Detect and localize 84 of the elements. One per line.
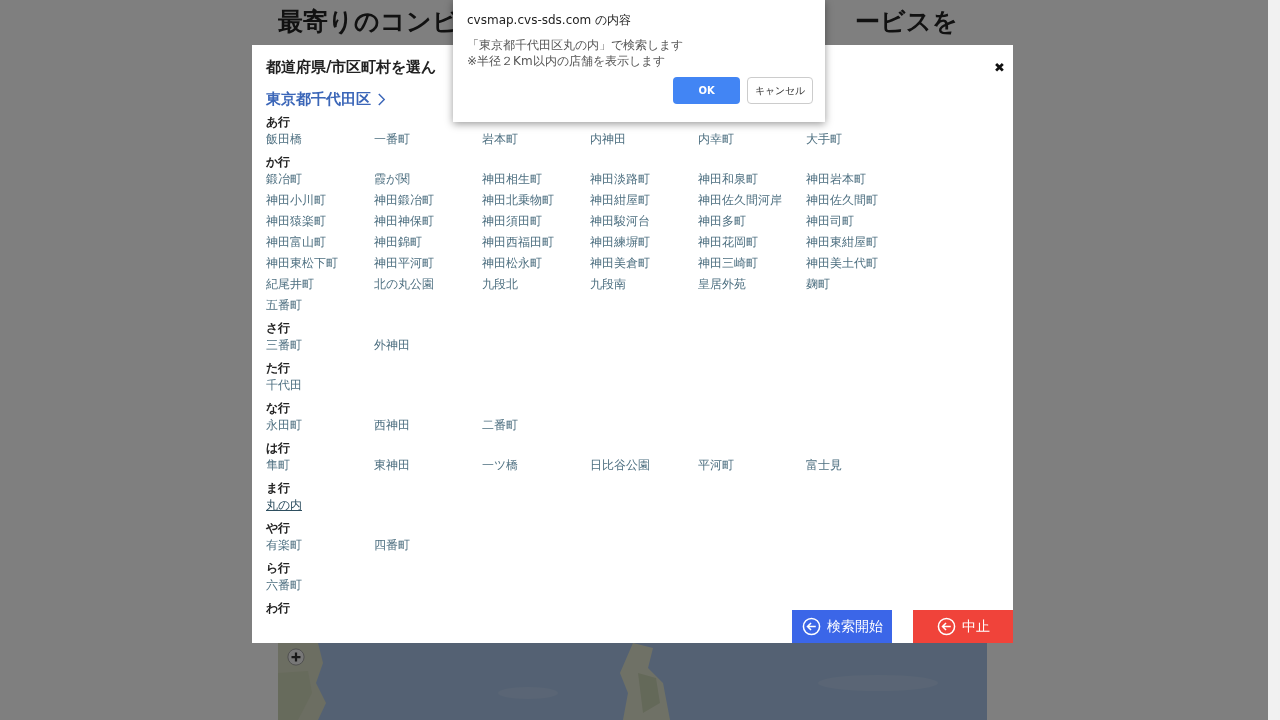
area-link[interactable]: 神田淡路町 [590, 171, 650, 187]
section-header: や行 [266, 520, 291, 537]
area-link[interactable]: 日比谷公園 [590, 457, 650, 473]
area-link[interactable]: 東神田 [374, 457, 410, 473]
area-link[interactable]: 神田松永町 [482, 255, 542, 271]
area-link[interactable]: 大手町 [806, 131, 842, 147]
area-link[interactable]: 神田練塀町 [590, 234, 650, 250]
area-link[interactable]: 平河町 [698, 457, 734, 473]
alert-message: ※半径２Km以内の店舗を表示します [467, 53, 666, 69]
cancel-button[interactable]: キャンセル [747, 77, 813, 104]
area-link[interactable]: 神田相生町 [482, 171, 542, 187]
area-link[interactable]: 神田花岡町 [698, 234, 758, 250]
circle-arrow-left-icon [801, 617, 821, 636]
area-link[interactable]: 隼町 [266, 457, 290, 473]
area-link[interactable]: 九段北 [482, 276, 518, 292]
section-header: か行 [266, 154, 291, 171]
area-link[interactable]: 神田駿河台 [590, 213, 650, 229]
area-link[interactable]: 神田三崎町 [698, 255, 758, 271]
area-link[interactable]: 二番町 [482, 417, 518, 433]
area-link[interactable]: 神田佐久間河岸 [698, 192, 782, 208]
area-link[interactable]: 六番町 [266, 577, 302, 593]
alert-message: 「東京都千代田区丸の内」で検索します [467, 37, 684, 53]
area-link[interactable]: 外神田 [374, 337, 410, 353]
area-link[interactable]: 神田富山町 [266, 234, 326, 250]
section-header: た行 [266, 360, 291, 377]
circle-arrow-left-icon [936, 617, 956, 636]
area-link[interactable]: 神田多町 [698, 213, 746, 229]
section-header: わ行 [266, 600, 291, 617]
page-heading: ービスを [855, 6, 958, 38]
area-link[interactable]: 神田神保町 [374, 213, 434, 229]
area-link[interactable]: 丸の内 [266, 497, 302, 513]
area-link[interactable]: 皇居外苑 [698, 276, 746, 292]
section-header: ま行 [266, 480, 291, 497]
area-link[interactable]: 神田須田町 [482, 213, 542, 229]
area-link[interactable]: 九段南 [590, 276, 626, 292]
area-link[interactable]: 神田東紺屋町 [806, 234, 878, 250]
area-link[interactable]: 神田紺屋町 [590, 192, 650, 208]
section-header: な行 [266, 400, 291, 417]
area-link[interactable]: 神田北乗物町 [482, 192, 554, 208]
ok-button[interactable]: OK [673, 77, 740, 104]
chevron-right-icon [377, 92, 386, 106]
area-link[interactable]: 神田小川町 [266, 192, 326, 208]
area-link[interactable]: 内幸町 [698, 131, 734, 147]
area-link[interactable]: 一番町 [374, 131, 410, 147]
area-link[interactable]: 神田岩本町 [806, 171, 866, 187]
zoom-in-icon[interactable] [287, 648, 305, 666]
area-link[interactable]: 岩本町 [482, 131, 518, 147]
alert-title: cvsmap.cvs-sds.com の内容 [467, 12, 633, 29]
area-link[interactable]: 麹町 [806, 276, 830, 292]
area-link[interactable]: 三番町 [266, 337, 302, 353]
area-link[interactable]: 内神田 [590, 131, 626, 147]
area-link[interactable]: 神田美土代町 [806, 255, 878, 271]
area-link[interactable]: 神田司町 [806, 213, 854, 229]
area-link[interactable]: 霞が関 [374, 171, 410, 187]
area-link[interactable]: 千代田 [266, 377, 302, 393]
close-button[interactable]: ✖ [990, 59, 1009, 75]
area-link[interactable]: 神田西福田町 [482, 234, 554, 250]
area-link[interactable]: 有楽町 [266, 537, 302, 553]
area-link[interactable]: 神田錦町 [374, 234, 422, 250]
area-link[interactable]: 一ツ橋 [482, 457, 518, 473]
cancel-button[interactable]: 中止 [913, 610, 1013, 643]
area-link[interactable]: 富士見 [806, 457, 842, 473]
area-link[interactable]: 神田猿楽町 [266, 213, 326, 229]
area-link[interactable]: 神田美倉町 [590, 255, 650, 271]
area-link[interactable]: 五番町 [266, 297, 302, 313]
area-link[interactable]: 紀尾井町 [266, 276, 314, 292]
area-link[interactable]: 永田町 [266, 417, 302, 433]
area-link[interactable]: 神田平河町 [374, 255, 434, 271]
area-link[interactable]: 神田東松下町 [266, 255, 338, 271]
area-link[interactable]: 西神田 [374, 417, 410, 433]
area-link[interactable]: 四番町 [374, 537, 410, 553]
area-link[interactable]: 神田鍛冶町 [374, 192, 434, 208]
area-link[interactable]: 神田佐久間町 [806, 192, 878, 208]
section-header: は行 [266, 440, 291, 457]
breadcrumb-link[interactable]: 東京都千代田区 [266, 89, 371, 109]
area-link[interactable]: 飯田橋 [266, 131, 302, 147]
dialog-title: 都道府県/市区町村を選ん [266, 57, 437, 77]
area-link[interactable]: 神田和泉町 [698, 171, 758, 187]
section-header: ら行 [266, 560, 291, 577]
section-header: さ行 [266, 320, 291, 337]
area-link[interactable]: 北の丸公園 [374, 276, 434, 292]
section-header: あ行 [266, 114, 291, 131]
area-link[interactable]: 鍛冶町 [266, 171, 302, 187]
search-button[interactable]: 検索開始 [792, 610, 892, 643]
